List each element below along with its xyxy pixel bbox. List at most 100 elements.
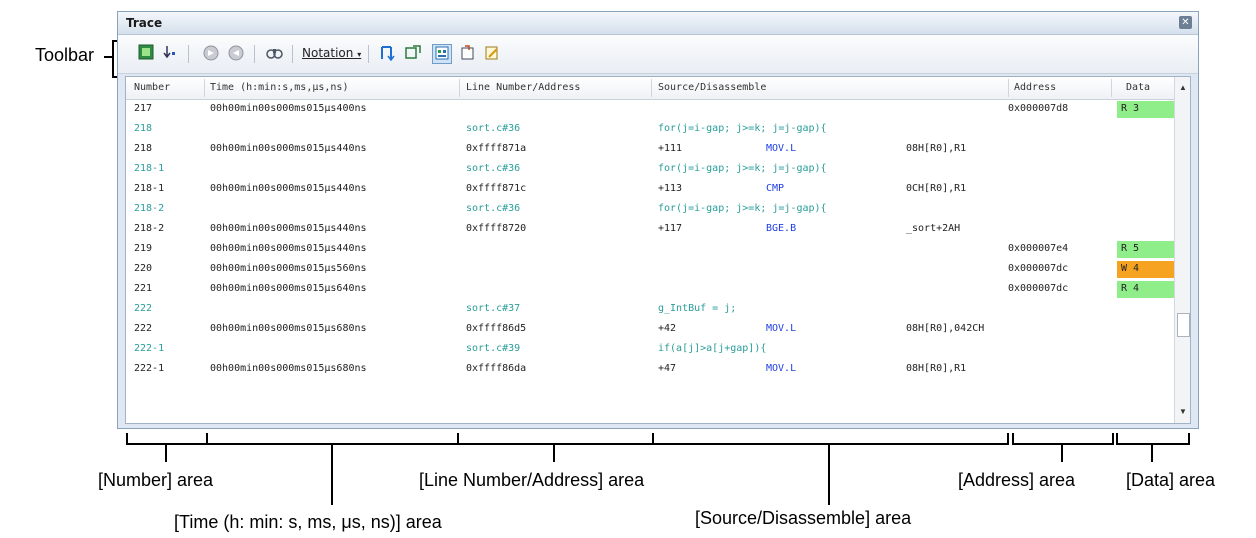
toolbar-annotation-line [104,56,112,58]
scroll-up-icon[interactable]: ▲ [1179,83,1187,92]
cell-operand: 08H[R0],R1 [906,143,967,154]
column-header-time[interactable]: Time (h:min:s,ms,μs,ns) [210,82,348,93]
cell-source: g_IntBuf = j; [658,303,737,314]
address-area-annotation: [Address] area [958,470,1076,490]
table-row[interactable]: 218 sort.c#36 for(j=i-gap; j>=k; j=j-gap){ [126,120,1174,140]
table-row[interactable]: 219 00h00min00s000ms015μs440ns 0x000007e4 R… [126,240,1177,260]
acquire-trace-icon[interactable] [136,44,156,64]
table-row[interactable]: 222-1 sort.c#39 if(a[j]>a[j+gap]){ [126,340,1174,360]
cell-number: 218-2 [134,223,165,234]
table-row[interactable]: 218-1 00h00min00s000ms015μs440ns 0xffff871… [126,180,1174,200]
cell-line: sort.c#36 [466,203,521,214]
trace-table: Number Time (h:min:s,ms,μs,ns) Line Numb… [125,76,1191,424]
cell-number: 222-1 [134,363,165,374]
cell-address: 0x000007e4 [1008,243,1069,254]
cell-source: +42 [658,323,677,334]
cell-mnemonic: CMP [766,183,785,194]
cell-mnemonic: MOV.L [766,323,797,334]
cell-data: R 5 [1117,241,1177,258]
close-icon[interactable]: ✕ [1179,16,1192,29]
cell-source: for(j=i-gap; j>=k; j=j-gap){ [658,163,827,174]
scroll-down-icon[interactable]: ▼ [1179,407,1187,416]
column-header-address[interactable]: Address [1014,82,1056,93]
cell-number: 222 [134,323,153,334]
source-area-bracket [652,433,1009,445]
find-icon[interactable] [264,44,284,64]
number-area-tick [165,445,167,462]
cell-data-value: R 5 [1121,243,1140,254]
cell-number: 220 [134,263,153,274]
cell-number: 218-1 [134,163,165,174]
toolbar-separator [368,45,369,63]
cell-operand: _sort+2AH [906,223,961,234]
cell-time: 00h00min00s000ms015μs400ns [210,103,367,114]
number-area-annotation: [Number] area [98,470,214,490]
cell-time: 00h00min00s000ms015μs440ns [210,223,367,234]
cell-operand: 08H[R0],R1 [906,363,967,374]
panel-title: Trace [126,16,163,30]
cell-line: 0xffff86d5 [466,323,527,334]
trace-panel: Trace ✕ Notation ▾ Number Time (h:min:s,… [117,11,1199,429]
cell-line: sort.c#36 [466,163,521,174]
cell-mnemonic: BGE.B [766,223,797,234]
chevron-down-icon: ▾ [357,50,362,59]
scrollbar-thumb[interactable] [1177,313,1190,337]
column-header-number[interactable]: Number [134,82,170,93]
toolbar-separator [254,45,255,63]
cell-number: 218-1 [134,183,165,194]
table-header: Number Time (h:min:s,ms,μs,ns) Line Numb… [126,77,1174,100]
cell-mnemonic: MOV.L [766,363,797,374]
data-area-tick [1151,445,1153,462]
cell-source: +113 [658,183,683,194]
column-divider [459,79,460,97]
table-row[interactable]: 218-2 00h00min00s000ms015μs440ns 0xffff872… [126,220,1174,240]
cell-line: 0xffff8720 [466,223,527,234]
toolbar-separator [292,45,293,63]
line-area-bracket [457,433,654,445]
save-icon[interactable] [482,44,502,64]
cell-line: sort.c#37 [466,303,521,314]
table-row[interactable]: 218-1 sort.c#36 for(j=i-gap; j>=k; j=j-gap… [126,160,1174,180]
cell-time: 00h00min00s000ms015μs440ns [210,243,367,254]
notation-menu[interactable]: Notation ▾ [302,46,361,60]
cell-line: 0xffff86da [466,363,527,374]
cell-operand: 0CH[R0],R1 [906,183,967,194]
mix-display-icon[interactable] [403,44,423,64]
time-area-tick [331,445,333,505]
table-row[interactable]: 222-1 00h00min00s000ms015μs680ns 0xffff86d… [126,360,1174,380]
source-area-annotation: [Source/Disassemble] area [695,508,912,528]
table-row[interactable]: 218 00h00min00s000ms015μs440ns 0xffff871a +… [126,140,1174,160]
table-row[interactable]: 222 00h00min00s000ms015μs680ns 0xffff86d5 +… [126,320,1174,340]
cell-time: 00h00min00s000ms015μs680ns [210,363,367,374]
column-header-line[interactable]: Line Number/Address [466,82,580,93]
backward-icon[interactable] [226,44,246,64]
column-header-data[interactable]: Data [1126,82,1150,93]
link-icon[interactable] [377,44,397,64]
table-row[interactable]: 221 00h00min00s000ms015μs640ns 0x000007dc R… [126,280,1177,300]
cell-source: if(a[j]>a[j+gap]){ [658,343,767,354]
cell-number: 222 [134,303,153,314]
number-area-bracket [126,433,208,445]
cell-line: sort.c#36 [466,123,521,134]
data-area-annotation: [Data] area [1126,470,1216,490]
table-row[interactable]: 218-2 sort.c#36 for(j=i-gap; j>=k; j=j-gap… [126,200,1174,220]
cell-source: for(j=i-gap; j>=k; j=j-gap){ [658,203,827,214]
cell-source: +111 [658,143,683,154]
step-icon[interactable] [160,44,180,64]
toolbar-separator [188,45,189,63]
cell-time: 00h00min00s000ms015μs560ns [210,263,367,274]
table-row[interactable]: 222 sort.c#37 g_IntBuf = j; [126,300,1174,320]
refresh-icon[interactable] [458,44,478,64]
forward-icon[interactable] [201,44,221,64]
title-bar: Trace ✕ [118,12,1198,35]
column-divider [1111,79,1112,97]
line-area-tick [553,445,555,462]
cell-data-value: W 4 [1121,263,1140,274]
column-header-source[interactable]: Source/Disassemble [658,82,766,93]
source-view-icon[interactable] [432,44,452,64]
vertical-scrollbar[interactable]: ▲ ▼ [1174,77,1190,423]
table-row[interactable]: 217 00h00min00s000ms015μs400ns 0x000007d8 R… [126,100,1177,120]
cell-data: W 4 [1117,261,1177,278]
table-row[interactable]: 220 00h00min00s000ms015μs560ns 0x000007dc W… [126,260,1177,280]
cell-number: 218-2 [134,203,165,214]
